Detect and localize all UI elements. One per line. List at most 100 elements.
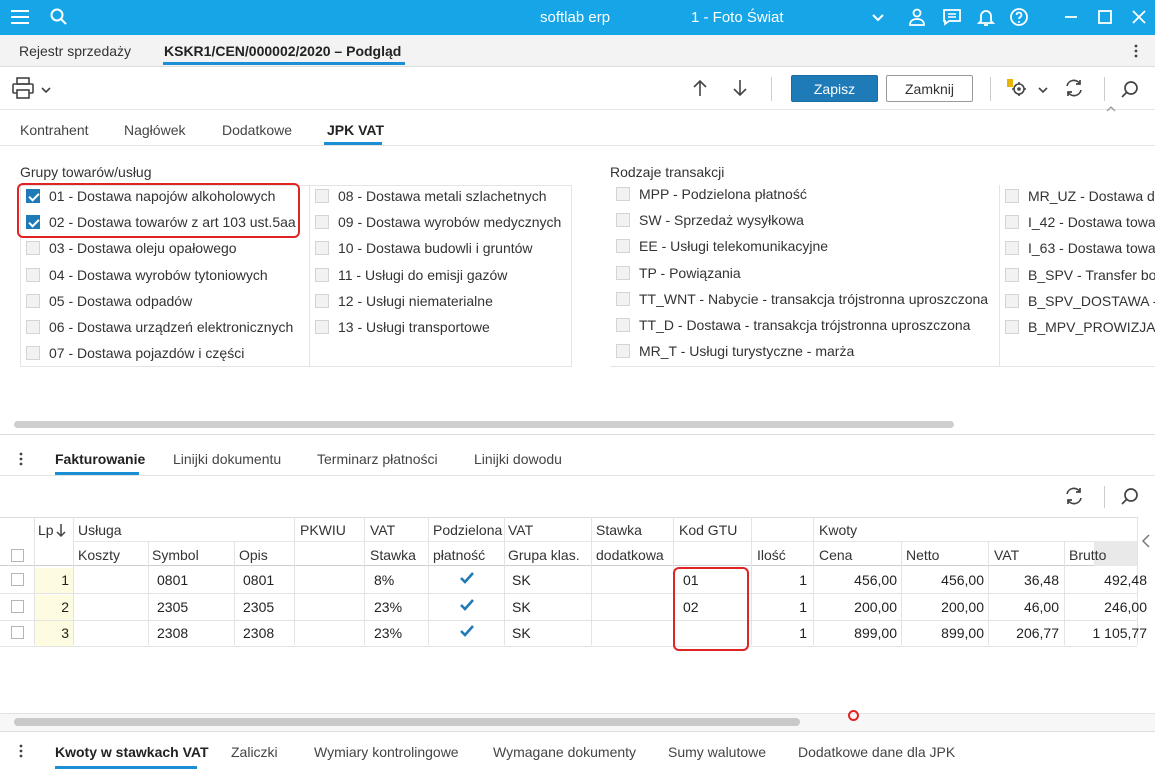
cell-vat-rate[interactable]: 23%: [374, 625, 424, 641]
minimize-icon[interactable]: [1061, 7, 1081, 27]
checkbox-option[interactable]: TT_WNT - Nabycie - transakcja trójstronn…: [616, 289, 988, 309]
checkbox-option[interactable]: I_63 - Dostawa towar: [1005, 238, 1155, 258]
col-gtu-code[interactable]: Kod GTU: [679, 522, 737, 538]
tab-payment-schedule[interactable]: Terminarz płatności: [317, 451, 438, 467]
checkbox-icon[interactable]: [1005, 189, 1019, 203]
search-panel-icon[interactable]: [1119, 486, 1141, 508]
tab-advances[interactable]: Zaliczki: [231, 744, 278, 760]
checkbox-option[interactable]: MR_UZ - Dostawa dz: [1005, 186, 1155, 206]
col-vat-rate-top[interactable]: VAT: [370, 522, 395, 538]
tab-additional[interactable]: Dodatkowe: [222, 122, 292, 138]
col-extra-rate-top[interactable]: Stawka: [596, 522, 642, 538]
checkbox-icon[interactable]: [616, 344, 630, 359]
checkbox-icon[interactable]: [1005, 293, 1019, 308]
search-panel-icon[interactable]: [1119, 79, 1141, 101]
checkbox-option[interactable]: 09 - Dostawa wyrobów medycznych: [315, 212, 561, 232]
user-icon[interactable]: [907, 7, 927, 27]
checkbox-icon[interactable]: [315, 215, 329, 230]
print-icon[interactable]: [11, 77, 35, 99]
col-lp[interactable]: Lp: [38, 522, 54, 538]
checkbox-icon[interactable]: [616, 213, 630, 228]
checkbox-option[interactable]: TP - Powiązania: [616, 263, 741, 283]
checkbox-option[interactable]: TT_D - Dostawa - transakcja trójstronna …: [616, 315, 970, 335]
checkbox-option[interactable]: MPP - Podzielona płatność: [616, 184, 807, 204]
refresh-icon[interactable]: [1063, 485, 1085, 507]
col-symbol[interactable]: Symbol: [152, 547, 199, 563]
cell-net[interactable]: 899,00: [902, 625, 984, 641]
company-selector[interactable]: 1 - Foto Świat: [691, 9, 784, 26]
chevron-down-icon[interactable]: [40, 82, 52, 94]
save-button[interactable]: Zapisz: [791, 75, 878, 102]
cell-vat-group[interactable]: SK: [512, 572, 582, 588]
checkbox-option[interactable]: 11 - Usługi do emisji gazów: [315, 265, 507, 285]
checkbox-icon[interactable]: [26, 320, 40, 334]
select-all-checkbox[interactable]: [11, 549, 24, 562]
checkbox-option[interactable]: SW - Sprzedaż wysyłkowa: [616, 210, 804, 230]
cell-vat[interactable]: 206,77: [989, 625, 1059, 641]
settings-icon[interactable]: [1005, 77, 1029, 99]
col-gross[interactable]: Brutto: [1069, 547, 1106, 563]
cell-price[interactable]: 200,00: [814, 599, 897, 615]
close-icon[interactable]: [1129, 7, 1149, 27]
col-net[interactable]: Netto: [906, 547, 939, 563]
scrollbar-thumb[interactable]: [14, 718, 800, 726]
checkbox-option[interactable]: 13 - Usługi transportowe: [315, 317, 490, 337]
cell-quantity[interactable]: 1: [752, 599, 807, 615]
chevron-down-icon[interactable]: [1037, 82, 1049, 94]
tab-controlling-dimensions[interactable]: Wymiary kontrolingowe: [314, 744, 459, 760]
checkbox-icon[interactable]: [1005, 241, 1019, 256]
tab-invoicing[interactable]: Fakturowanie: [55, 451, 145, 467]
checkbox-icon[interactable]: [315, 267, 329, 282]
grid-scrollbar[interactable]: [0, 713, 1155, 731]
col-vat-rate[interactable]: Stawka: [370, 547, 416, 563]
checkbox-option[interactable]: 07 - Dostawa pojazdów i części: [26, 343, 244, 363]
row-checkbox[interactable]: [11, 573, 24, 586]
col-extra-rate[interactable]: dodatkowa: [596, 547, 664, 563]
tab-currency-totals[interactable]: Sumy walutowe: [668, 744, 766, 760]
tab-document-preview[interactable]: KSKR1/CEN/000002/2020 – Podgląd: [164, 43, 401, 59]
arrow-down-icon[interactable]: [731, 78, 749, 98]
checkbox-icon[interactable]: [1005, 215, 1019, 230]
collapse-up-icon[interactable]: [1102, 100, 1120, 112]
cell-description[interactable]: 2308: [243, 625, 288, 641]
tab-contractor[interactable]: Kontrahent: [20, 122, 89, 138]
checkbox-icon[interactable]: [1005, 320, 1019, 334]
cell-price[interactable]: 456,00: [814, 572, 897, 588]
cell-gross[interactable]: 492,48: [1065, 572, 1147, 588]
cell-vat-rate[interactable]: 8%: [374, 572, 424, 588]
checkbox-option[interactable]: 08 - Dostawa metali szlachetnych: [315, 186, 547, 206]
tab-jpk-vat[interactable]: JPK VAT: [327, 122, 384, 138]
maximize-icon[interactable]: [1095, 7, 1115, 27]
cell-gross[interactable]: 246,00: [1065, 599, 1147, 615]
checkbox-icon[interactable]: [616, 291, 630, 306]
chevron-down-icon[interactable]: [868, 7, 888, 27]
checkbox-icon[interactable]: [26, 241, 40, 256]
checkbox-option[interactable]: EE - Usługi telekomunikacyjne: [616, 236, 828, 256]
close-button[interactable]: Zamknij: [886, 75, 973, 102]
col-price[interactable]: Cena: [819, 547, 852, 563]
checkbox-option[interactable]: MR_T - Usługi turystyczne - marża: [616, 341, 854, 361]
row-checkbox[interactable]: [11, 599, 24, 613]
sort-down-icon[interactable]: [55, 522, 67, 538]
search-icon[interactable]: [49, 7, 69, 27]
checkbox-icon[interactable]: [315, 189, 329, 203]
tab-jpk-additional-data[interactable]: Dodatkowe dane dla JPK: [798, 744, 955, 760]
checkbox-option[interactable]: 05 - Dostawa odpadów: [26, 291, 192, 311]
tab-sales-register[interactable]: Rejestr sprzedaży: [19, 43, 131, 59]
col-description[interactable]: Opis: [239, 547, 268, 563]
cell-vat[interactable]: 46,00: [989, 599, 1059, 615]
bell-icon[interactable]: [976, 7, 996, 27]
checkbox-icon[interactable]: [26, 293, 40, 308]
tab-required-documents[interactable]: Wymagane dokumenty: [493, 744, 636, 760]
split-payment-check-icon[interactable]: [459, 624, 475, 638]
checkbox-icon[interactable]: [315, 320, 329, 334]
cell-vat-rate[interactable]: 23%: [374, 599, 424, 615]
checkbox-option[interactable]: I_42 - Dostawa towar: [1005, 212, 1155, 232]
tab-document-lines[interactable]: Linijki dokumentu: [173, 451, 281, 467]
refresh-icon[interactable]: [1063, 77, 1085, 99]
cell-symbol[interactable]: 2308: [157, 625, 227, 641]
row-checkbox[interactable]: [11, 626, 24, 640]
arrow-up-icon[interactable]: [691, 78, 709, 98]
cell-description[interactable]: 2305: [243, 599, 288, 615]
checkbox-icon[interactable]: [26, 267, 40, 282]
